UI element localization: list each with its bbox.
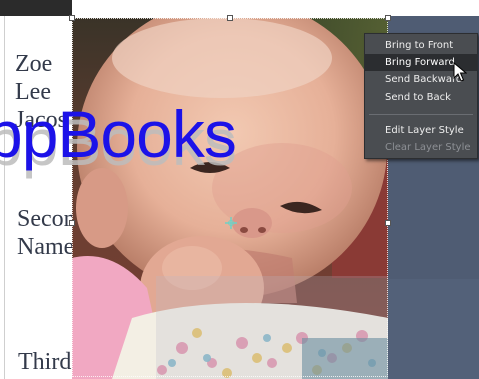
menu-item-edit-layer-style[interactable]: Edit Layer Style (365, 122, 477, 139)
layer-context-menu: Bring to Front Bring Forward Send Backwa… (364, 33, 478, 159)
menu-separator (369, 114, 473, 115)
third-name: Third (18, 349, 72, 375)
resize-handle-top-left[interactable] (69, 15, 75, 21)
text-layer-title[interactable]: ppBooks ppBooks (0, 94, 237, 179)
second-name-line-2: Name (17, 234, 75, 260)
resize-handle-left[interactable] (69, 220, 75, 226)
first-name-line-1: Zoe (15, 51, 53, 77)
background-strip (0, 0, 72, 16)
center-point-icon (225, 217, 237, 229)
menu-item-clear-layer-style: Clear Layer Style (385, 142, 471, 153)
cursor-arrow-icon (453, 62, 467, 82)
resize-handle-right[interactable] (385, 220, 391, 226)
editor-canvas[interactable]: Zoe Lee Jacos Secon Name Third ppBooks p… (0, 0, 479, 379)
baby-photo-layer[interactable] (72, 18, 388, 379)
menu-item-send-to-back[interactable]: Send to Back (365, 89, 477, 106)
resize-handle-top-right[interactable] (385, 15, 391, 21)
title-text: ppBooks (0, 97, 237, 171)
panel-band (388, 279, 479, 379)
second-name-line-1: Secon (17, 206, 76, 232)
second-name: Secon Name (17, 205, 76, 261)
menu-item-bring-to-front[interactable]: Bring to Front (365, 37, 477, 54)
resize-handle-top[interactable] (227, 15, 233, 21)
baby-photo (72, 18, 388, 379)
